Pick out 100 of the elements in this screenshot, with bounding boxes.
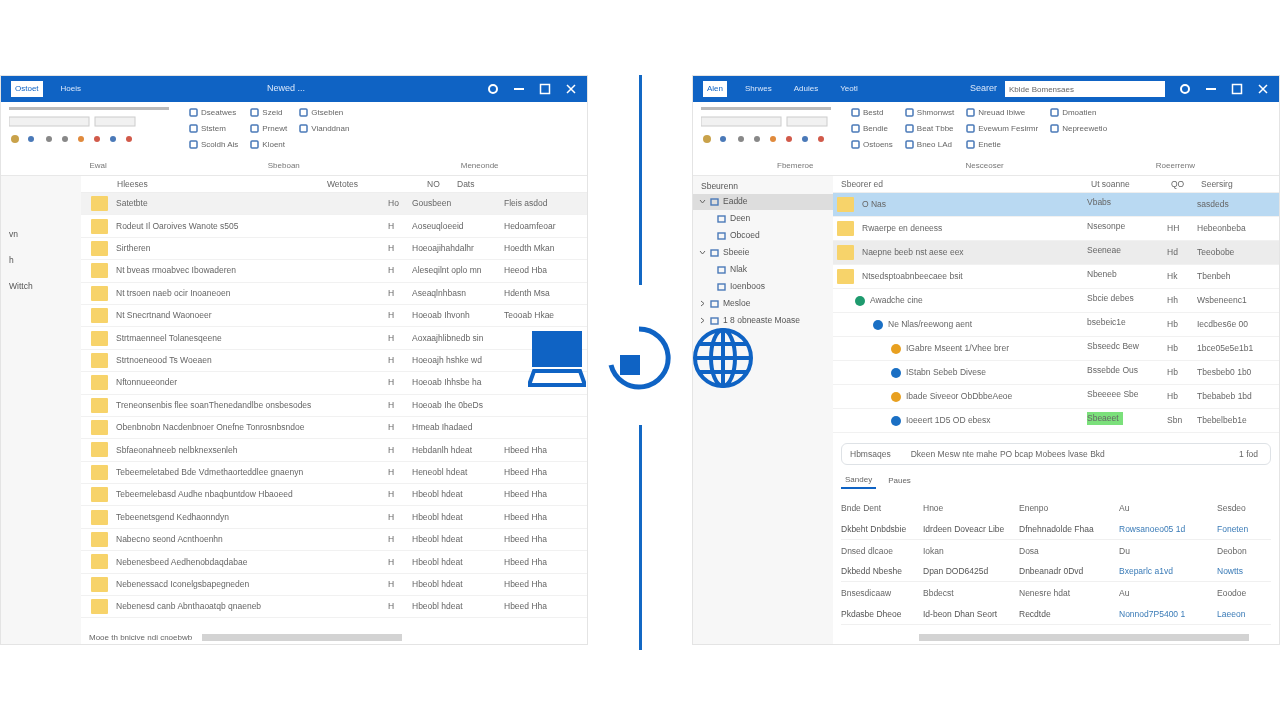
column-header[interactable]: Seersirg: [1201, 177, 1279, 191]
column-header[interactable]: QO: [1171, 177, 1201, 191]
settings-icon[interactable]: [487, 83, 499, 95]
file-size: H: [388, 488, 396, 502]
file-row[interactable]: Treneonsenbis flee soanThenedandlbe onsbesodes H Hoeoab Ihe 0beDs: [81, 394, 587, 417]
column-header[interactable]: Hleeses: [117, 177, 327, 191]
file-name: Nabecno seond Acnthoenhn: [116, 533, 224, 546]
file-row[interactable]: Ne Nlas/reewong aent bsebeic1e Hb Iecdbes6e 00: [833, 313, 1279, 337]
file-row[interactable]: Sbfaeonahneeb nelbknexsenleh H Hebdanlh hdeat Hbeed Hha: [81, 439, 587, 462]
ribbon-command[interactable]: Dmoatien: [1050, 105, 1108, 120]
file-row[interactable]: IStabn Sebeb Divese Bssebde Ous Hb Tbesbeb0 1b0: [833, 361, 1279, 385]
close-icon[interactable]: [1257, 83, 1269, 95]
file-row[interactable]: Nt trsoen naeb ocir Inoaneoen H Aseaqlnhbasn Hdenth Msa: [81, 282, 587, 305]
file-date: Gousbeen: [412, 197, 453, 211]
tree-item[interactable]: 1 8 obneaste Moase: [693, 312, 833, 329]
ribbon-command[interactable]: Bneo LAd: [904, 137, 955, 152]
tab[interactable]: Sandey: [841, 473, 877, 489]
file-row[interactable]: Ntsedsptoabnbeecaee bsit Nbeneb Hk Tbenbeh: [833, 265, 1279, 289]
tree-item[interactable]: Sbeeie: [693, 244, 833, 261]
nav-item[interactable]: h: [5, 252, 77, 268]
file-name: IGabre Mseent 1/Vhee brer: [906, 342, 1010, 355]
file-row[interactable]: Nabecno seond Acnthoenhn H Hbeobl hdeat Hbeed Hha: [81, 528, 587, 552]
nav-item[interactable]: Wittch: [5, 278, 77, 294]
text-field[interactable]: Dkeen Mesw nte mahe PO bcap Mobees lvase Bkd: [910, 447, 1224, 461]
file-row[interactable]: IGabre Mseent 1/Vhee brer Sbseedc Bew Hb 1bce05e5e1b1: [833, 337, 1279, 361]
ribbon-command[interactable]: Vianddnan: [299, 121, 350, 136]
ribbon-command[interactable]: Nepreewetio: [1050, 121, 1108, 136]
ribbon-command[interactable]: Bestd: [851, 105, 893, 120]
file-row[interactable]: Nt Snecrtnand Waonoeer H Hoeoab Ihvonh Teooab Hkae: [81, 304, 587, 328]
file-date: Aoseuqloeeid: [412, 219, 465, 233]
ribbon-command[interactable]: Gtseblen: [299, 105, 350, 120]
file-row[interactable]: Ioeeert 1D5 OD ebesx Sbeaeet Sbn Tbebelbeb1e: [833, 409, 1279, 433]
file-row[interactable]: Awadche cine Sbcie debes Hh Wsbeneenc1: [833, 289, 1279, 313]
search-field[interactable]: Kblde Bomensaes: [1005, 81, 1165, 97]
ribbon-command[interactable]: Beat Tbbe: [904, 121, 955, 136]
file-row[interactable]: Obenbnobn Nacdenbnoer Onefne Tonrosnbsndoe H Hmeab Ihadaed: [81, 416, 587, 440]
ribbon-command[interactable]: Bendie: [851, 121, 893, 136]
ribbon-command[interactable]: Prnewt: [250, 121, 288, 136]
property-value: Dfnehnadolde Fhaa: [1019, 517, 1119, 540]
ribbon-tab[interactable]: Aduies: [789, 81, 823, 97]
file-row[interactable]: Nebenesbeed Aedhenobdaqdabae H Hbeobl hdeat Hbeed Hha: [81, 551, 587, 574]
file-row[interactable]: Rodeut Il Oaroives Wanote s505 H Aoseuqloeeid Hedoamfeoar: [81, 215, 587, 238]
ribbon-tab[interactable]: Yeotl: [836, 81, 862, 97]
tree-item[interactable]: Eadde: [693, 193, 833, 210]
file-row[interactable]: Nebenesd canb Abnthaoatqb qnaeneb H Hbeobl hdeat Hbeed Hha: [81, 596, 587, 619]
column-header[interactable]: Wetotes: [327, 177, 427, 191]
ribbon-command[interactable]: Scoldh Ais: [189, 137, 239, 152]
column-header[interactable]: NO: [427, 177, 457, 191]
column-header[interactable]: Sbeorer ed: [841, 177, 1091, 191]
ribbon-tab[interactable]: Alen: [703, 81, 727, 97]
file-row[interactable]: Ibade Siveeor ObDbbeAeoe Sbeeeee Sbe Hb Tbebabeb 1bd: [833, 385, 1279, 409]
file-row[interactable]: Satetbte Ho Gousbeen Fleis asdod: [81, 193, 587, 216]
ribbon-command[interactable]: Ostoens: [851, 137, 893, 152]
tab[interactable]: Paues: [884, 473, 915, 489]
ribbon-command[interactable]: Nreuad Ibiwe: [966, 105, 1039, 120]
tree-item[interactable]: Ioenboos: [693, 278, 833, 295]
file-size: Hb: [1167, 342, 1179, 355]
ribbon-command[interactable]: Dseatwes: [189, 105, 239, 120]
ribbon-command[interactable]: Evewum Fesirmr: [966, 121, 1039, 136]
ribbon-tab[interactable]: Ostoet: [11, 81, 43, 97]
maximize-icon[interactable]: [1231, 83, 1243, 95]
property-label: Au: [1119, 587, 1131, 600]
file-row[interactable]: Nftonnueeonder H Hoeoab Ihhsbe ha: [81, 372, 587, 395]
file-date: Heneobl hdeat: [412, 466, 469, 479]
file-type: Nbeneb: [1087, 267, 1118, 281]
file-modified: Wsbeneenc1: [1197, 294, 1248, 307]
scrollbar[interactable]: [202, 634, 403, 641]
file-size: H: [388, 510, 396, 524]
nav-item[interactable]: vn: [5, 226, 77, 242]
settings-icon[interactable]: [1179, 83, 1191, 95]
file-row[interactable]: Nt bveas rmoabvec Ibowaderen H Aleseqilnt oplo mn Heeod Hba: [81, 260, 587, 283]
file-row[interactable]: Sirtheren H Hoeoajihahdalhr Hoedth Mkan: [81, 237, 587, 261]
ribbon-command[interactable]: Kloent: [250, 137, 288, 152]
column-header[interactable]: Ut soanne: [1091, 177, 1171, 191]
file-modified: Tbenbeh: [1197, 270, 1232, 283]
column-header[interactable]: Dats: [457, 177, 587, 191]
file-row[interactable]: Nebenessacd Iconelgsbapegneden H Hbeobl hdeat Hbeed Hha: [81, 573, 587, 597]
ribbon-tab[interactable]: Shrwes: [741, 81, 776, 97]
file-row[interactable]: O Nas Vbabs sasdeds: [833, 193, 1279, 217]
ribbon-tab[interactable]: Hoeis: [56, 81, 86, 97]
property-value: Dkbedd Nbeshe: [841, 560, 923, 582]
tree-item[interactable]: Mesloe: [693, 295, 833, 312]
file-row[interactable]: Tebeemelebasd Audhe nbaqbuntdow Hbaoeed H Hbeobl hdeat Hbeed Hha: [81, 484, 587, 507]
file-type: Vbabs: [1087, 195, 1113, 209]
file-size: H: [388, 555, 396, 569]
file-row[interactable]: Tebeenetsgend Kedhaonndyn H Hbeobl hdeat Hbeed Hha: [81, 506, 587, 529]
maximize-icon[interactable]: [539, 83, 551, 95]
scrollbar[interactable]: [919, 634, 1249, 641]
tree-item[interactable]: Deen: [693, 210, 833, 227]
laptop-icon: [528, 329, 586, 387]
file-date: Hoeoab Ihe 0beDs: [412, 398, 484, 412]
file-row[interactable]: Tebeemeletabed Bde Vdmethaorteddlee gnaenyn H Heneobl hdeat Hbeed Hha: [81, 461, 587, 485]
tree-item[interactable]: Nlak: [693, 261, 833, 278]
tree-item[interactable]: Obcoed: [693, 227, 833, 244]
file-row[interactable]: Naepne beeb nst aese eex Seeneae Hd Teeobobe: [833, 241, 1279, 265]
ribbon-command[interactable]: Ststem: [189, 121, 239, 136]
ribbon-command[interactable]: Szeid: [250, 105, 288, 120]
ribbon-command[interactable]: Enetie: [966, 137, 1039, 152]
close-icon[interactable]: [565, 83, 577, 95]
ribbon-command[interactable]: Shmonwst: [904, 105, 955, 120]
